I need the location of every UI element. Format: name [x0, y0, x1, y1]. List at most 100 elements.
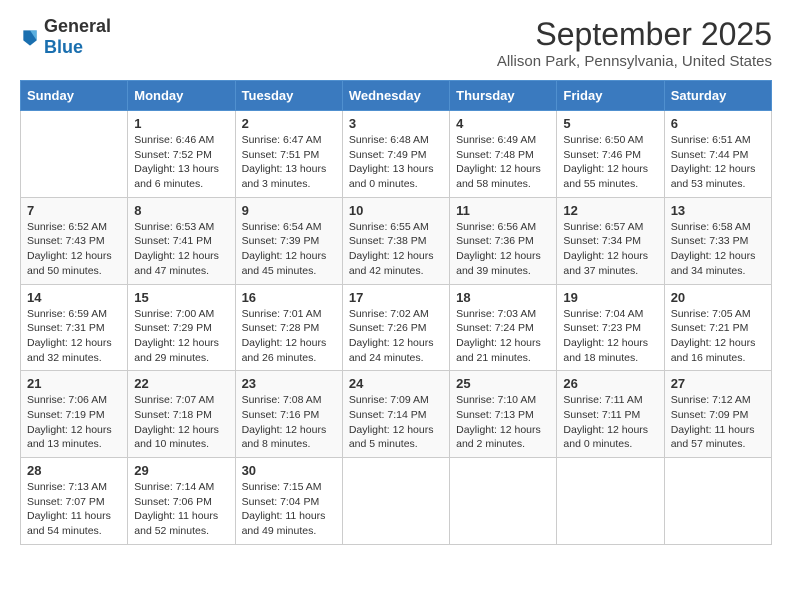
table-row — [664, 458, 771, 545]
table-row: 26 Sunrise: 7:11 AMSunset: 7:11 PMDaylig… — [557, 371, 664, 458]
table-row: 17 Sunrise: 7:02 AMSunset: 7:26 PMDaylig… — [342, 284, 449, 371]
logo-general: General — [44, 16, 111, 36]
table-row: 13 Sunrise: 6:58 AMSunset: 7:33 PMDaylig… — [664, 197, 771, 284]
col-wednesday: Wednesday — [342, 81, 449, 111]
table-row: 16 Sunrise: 7:01 AMSunset: 7:28 PMDaylig… — [235, 284, 342, 371]
table-row: 2 Sunrise: 6:47 AMSunset: 7:51 PMDayligh… — [235, 111, 342, 198]
logo-blue: Blue — [44, 37, 83, 57]
table-row: 24 Sunrise: 7:09 AMSunset: 7:14 PMDaylig… — [342, 371, 449, 458]
cell-sunrise: Sunrise: 7:02 AMSunset: 7:26 PMDaylight:… — [349, 308, 434, 364]
header: General Blue September 2025 Allison Park… — [20, 16, 772, 70]
table-row — [342, 458, 449, 545]
calendar-week-row: 7 Sunrise: 6:52 AMSunset: 7:43 PMDayligh… — [21, 197, 772, 284]
cell-sunrise: Sunrise: 6:59 AMSunset: 7:31 PMDaylight:… — [27, 308, 112, 364]
table-row: 3 Sunrise: 6:48 AMSunset: 7:49 PMDayligh… — [342, 111, 449, 198]
cell-sunrise: Sunrise: 7:06 AMSunset: 7:19 PMDaylight:… — [27, 394, 112, 450]
table-row: 9 Sunrise: 6:54 AMSunset: 7:39 PMDayligh… — [235, 197, 342, 284]
logo: General Blue — [20, 16, 111, 58]
cell-sunrise: Sunrise: 7:10 AMSunset: 7:13 PMDaylight:… — [456, 394, 541, 450]
cell-sunrise: Sunrise: 6:57 AMSunset: 7:34 PMDaylight:… — [563, 221, 648, 277]
day-number: 11 — [456, 203, 550, 218]
cell-sunrise: Sunrise: 7:11 AMSunset: 7:11 PMDaylight:… — [563, 394, 648, 450]
table-row: 20 Sunrise: 7:05 AMSunset: 7:21 PMDaylig… — [664, 284, 771, 371]
day-number: 24 — [349, 376, 443, 391]
cell-sunrise: Sunrise: 7:04 AMSunset: 7:23 PMDaylight:… — [563, 308, 648, 364]
table-row: 5 Sunrise: 6:50 AMSunset: 7:46 PMDayligh… — [557, 111, 664, 198]
cell-sunrise: Sunrise: 7:15 AMSunset: 7:04 PMDaylight:… — [242, 481, 326, 537]
day-number: 6 — [671, 116, 765, 131]
logo-icon — [20, 27, 40, 47]
table-row: 10 Sunrise: 6:55 AMSunset: 7:38 PMDaylig… — [342, 197, 449, 284]
col-monday: Monday — [128, 81, 235, 111]
table-row: 4 Sunrise: 6:49 AMSunset: 7:48 PMDayligh… — [450, 111, 557, 198]
logo-text: General Blue — [44, 16, 111, 58]
table-row: 22 Sunrise: 7:07 AMSunset: 7:18 PMDaylig… — [128, 371, 235, 458]
table-row: 15 Sunrise: 7:00 AMSunset: 7:29 PMDaylig… — [128, 284, 235, 371]
cell-sunrise: Sunrise: 6:48 AMSunset: 7:49 PMDaylight:… — [349, 134, 434, 190]
day-number: 30 — [242, 463, 336, 478]
day-number: 21 — [27, 376, 121, 391]
cell-sunrise: Sunrise: 6:54 AMSunset: 7:39 PMDaylight:… — [242, 221, 327, 277]
calendar-header-row: Sunday Monday Tuesday Wednesday Thursday… — [21, 81, 772, 111]
day-number: 18 — [456, 290, 550, 305]
main-title: September 2025 — [497, 16, 772, 53]
calendar: Sunday Monday Tuesday Wednesday Thursday… — [20, 80, 772, 545]
cell-sunrise: Sunrise: 6:55 AMSunset: 7:38 PMDaylight:… — [349, 221, 434, 277]
table-row: 27 Sunrise: 7:12 AMSunset: 7:09 PMDaylig… — [664, 371, 771, 458]
day-number: 22 — [134, 376, 228, 391]
day-number: 3 — [349, 116, 443, 131]
table-row: 30 Sunrise: 7:15 AMSunset: 7:04 PMDaylig… — [235, 458, 342, 545]
cell-sunrise: Sunrise: 7:00 AMSunset: 7:29 PMDaylight:… — [134, 308, 219, 364]
day-number: 13 — [671, 203, 765, 218]
cell-sunrise: Sunrise: 7:13 AMSunset: 7:07 PMDaylight:… — [27, 481, 111, 537]
cell-sunrise: Sunrise: 7:05 AMSunset: 7:21 PMDaylight:… — [671, 308, 756, 364]
table-row — [450, 458, 557, 545]
day-number: 9 — [242, 203, 336, 218]
day-number: 4 — [456, 116, 550, 131]
cell-sunrise: Sunrise: 6:50 AMSunset: 7:46 PMDaylight:… — [563, 134, 648, 190]
table-row — [21, 111, 128, 198]
cell-sunrise: Sunrise: 6:46 AMSunset: 7:52 PMDaylight:… — [134, 134, 219, 190]
cell-sunrise: Sunrise: 6:47 AMSunset: 7:51 PMDaylight:… — [242, 134, 327, 190]
col-saturday: Saturday — [664, 81, 771, 111]
calendar-week-row: 1 Sunrise: 6:46 AMSunset: 7:52 PMDayligh… — [21, 111, 772, 198]
table-row: 19 Sunrise: 7:04 AMSunset: 7:23 PMDaylig… — [557, 284, 664, 371]
day-number: 14 — [27, 290, 121, 305]
day-number: 16 — [242, 290, 336, 305]
cell-sunrise: Sunrise: 6:56 AMSunset: 7:36 PMDaylight:… — [456, 221, 541, 277]
day-number: 7 — [27, 203, 121, 218]
day-number: 28 — [27, 463, 121, 478]
table-row: 12 Sunrise: 6:57 AMSunset: 7:34 PMDaylig… — [557, 197, 664, 284]
table-row: 28 Sunrise: 7:13 AMSunset: 7:07 PMDaylig… — [21, 458, 128, 545]
day-number: 19 — [563, 290, 657, 305]
cell-sunrise: Sunrise: 6:51 AMSunset: 7:44 PMDaylight:… — [671, 134, 756, 190]
day-number: 8 — [134, 203, 228, 218]
cell-sunrise: Sunrise: 6:58 AMSunset: 7:33 PMDaylight:… — [671, 221, 756, 277]
day-number: 10 — [349, 203, 443, 218]
table-row: 8 Sunrise: 6:53 AMSunset: 7:41 PMDayligh… — [128, 197, 235, 284]
day-number: 17 — [349, 290, 443, 305]
table-row: 14 Sunrise: 6:59 AMSunset: 7:31 PMDaylig… — [21, 284, 128, 371]
day-number: 27 — [671, 376, 765, 391]
table-row: 29 Sunrise: 7:14 AMSunset: 7:06 PMDaylig… — [128, 458, 235, 545]
cell-sunrise: Sunrise: 7:07 AMSunset: 7:18 PMDaylight:… — [134, 394, 219, 450]
table-row — [557, 458, 664, 545]
cell-sunrise: Sunrise: 7:03 AMSunset: 7:24 PMDaylight:… — [456, 308, 541, 364]
calendar-week-row: 28 Sunrise: 7:13 AMSunset: 7:07 PMDaylig… — [21, 458, 772, 545]
day-number: 5 — [563, 116, 657, 131]
calendar-week-row: 14 Sunrise: 6:59 AMSunset: 7:31 PMDaylig… — [21, 284, 772, 371]
cell-sunrise: Sunrise: 7:12 AMSunset: 7:09 PMDaylight:… — [671, 394, 755, 450]
col-thursday: Thursday — [450, 81, 557, 111]
day-number: 29 — [134, 463, 228, 478]
table-row: 18 Sunrise: 7:03 AMSunset: 7:24 PMDaylig… — [450, 284, 557, 371]
calendar-week-row: 21 Sunrise: 7:06 AMSunset: 7:19 PMDaylig… — [21, 371, 772, 458]
day-number: 20 — [671, 290, 765, 305]
table-row: 7 Sunrise: 6:52 AMSunset: 7:43 PMDayligh… — [21, 197, 128, 284]
day-number: 12 — [563, 203, 657, 218]
cell-sunrise: Sunrise: 7:09 AMSunset: 7:14 PMDaylight:… — [349, 394, 434, 450]
cell-sunrise: Sunrise: 6:49 AMSunset: 7:48 PMDaylight:… — [456, 134, 541, 190]
day-number: 23 — [242, 376, 336, 391]
col-sunday: Sunday — [21, 81, 128, 111]
cell-sunrise: Sunrise: 6:52 AMSunset: 7:43 PMDaylight:… — [27, 221, 112, 277]
cell-sunrise: Sunrise: 7:01 AMSunset: 7:28 PMDaylight:… — [242, 308, 327, 364]
